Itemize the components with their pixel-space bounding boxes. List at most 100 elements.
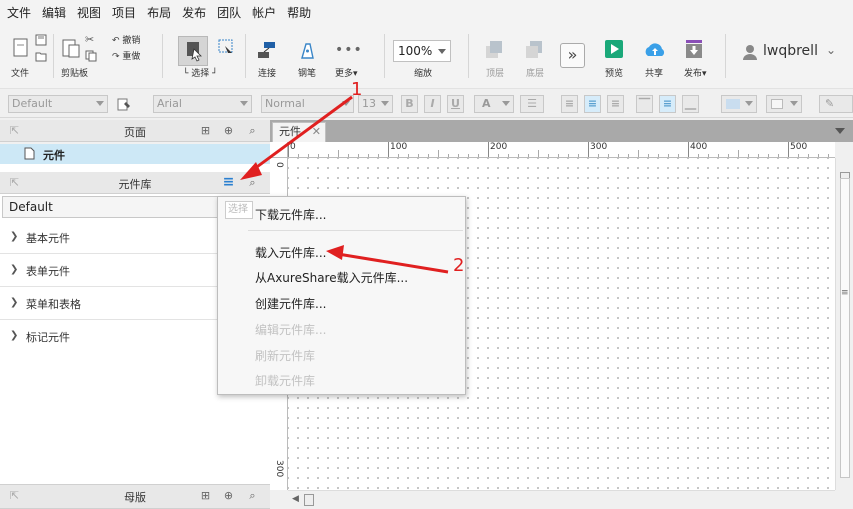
menu-item-load-from-axureshare[interactable]: 从AxureShare载入元件库... [255, 269, 408, 286]
chevron-right-icon: ❯ [10, 297, 19, 308]
library-panel-header: ⇱ 元件库 ≡ ⌕ [0, 172, 270, 194]
tab-menu-chevron-icon[interactable] [835, 128, 845, 134]
format-painter-icon[interactable] [117, 98, 131, 111]
ruler-ticks [288, 142, 829, 157]
shadow-select[interactable] [766, 95, 802, 113]
pages-panel-body: 元件 [0, 144, 270, 172]
menu-publish[interactable]: 发布 [181, 4, 212, 21]
undo-button[interactable]: ↶ 撤销 [112, 33, 140, 46]
canvas-tab-bar: 元件 ✕ [270, 120, 853, 142]
menu-edit[interactable]: 编辑 [41, 4, 72, 21]
share-button[interactable] [643, 40, 667, 60]
align-left-icon: ≡ [564, 97, 575, 110]
publish-button[interactable] [684, 40, 704, 60]
toolbar-divider [468, 34, 469, 78]
add-folder-icon[interactable]: ⊕ [222, 489, 235, 502]
toolbar-divider [245, 34, 246, 78]
undo-label: 撤销 [122, 36, 141, 46]
select-contain-button[interactable] [215, 36, 237, 58]
vertical-scrollbar[interactable]: ≡ [835, 158, 853, 490]
menu-item-load-library[interactable]: 载入元件库... [255, 244, 326, 261]
search-icon[interactable]: ⌕ [246, 489, 259, 502]
font-size-select[interactable]: 13 [358, 95, 393, 113]
send-back-icon [526, 41, 542, 58]
cut-icon[interactable]: ✂ [85, 33, 97, 46]
more-label[interactable]: 更多▾ [335, 66, 358, 79]
font-color-select[interactable]: A [474, 95, 514, 113]
menu-view[interactable]: 视图 [76, 4, 107, 21]
paste-button[interactable] [60, 36, 82, 60]
line-color-select[interactable]: ✎ [819, 95, 853, 113]
scroll-left-icon[interactable]: ◀ [292, 494, 299, 504]
underline-button[interactable]: U [447, 95, 464, 113]
select-label: └ 选择 ┘ [183, 69, 218, 79]
toolbar-divider [162, 34, 163, 78]
connect-button[interactable] [256, 40, 278, 62]
font-weight-select[interactable]: Normal [261, 95, 354, 113]
library-search-input[interactable]: 选择 [225, 201, 253, 219]
canvas-tab[interactable]: 元件 ✕ [272, 122, 326, 142]
align-right-button[interactable]: ≡ [607, 95, 624, 113]
add-page-icon[interactable]: ⊞ [199, 124, 212, 137]
valign-middle-button[interactable]: ≡ [659, 95, 676, 113]
user-name[interactable]: lwqbrell [763, 43, 818, 59]
user-icon[interactable] [742, 44, 758, 60]
menu-account[interactable]: 帐户 [251, 4, 282, 21]
align-left-button[interactable]: ≡ [561, 95, 578, 113]
horizontal-scrollbar[interactable]: ◀ [288, 490, 835, 509]
library-category-label: 基本元件 [26, 232, 70, 245]
valign-top-button[interactable]: ⎺ [636, 95, 653, 113]
font-family-select[interactable]: Arial [153, 95, 252, 113]
menu-file[interactable]: 文件 [6, 4, 37, 21]
bold-button[interactable]: B [401, 95, 418, 113]
menu-item-download-library[interactable]: 下载元件库... [255, 206, 326, 223]
pen-button[interactable] [296, 40, 318, 62]
ruler-label: 0 [274, 162, 284, 168]
italic-button[interactable]: I [424, 95, 441, 113]
search-icon[interactable]: ⌕ [246, 176, 259, 189]
close-icon[interactable]: ✕ [312, 123, 321, 141]
chevron-right-icon: ❯ [10, 330, 19, 341]
more-icon[interactable]: ••• [335, 42, 363, 58]
preview-button[interactable] [605, 40, 623, 58]
send-to-back-button[interactable] [524, 38, 544, 60]
add-folder-icon[interactable]: ⊕ [222, 124, 235, 137]
fill-color-select[interactable] [721, 95, 757, 113]
redo-button[interactable]: ↷ 重做 [112, 49, 140, 62]
zoom-select[interactable]: 100% [393, 40, 451, 62]
chevron-down-icon [96, 101, 104, 106]
preview-label: 预览 [605, 69, 624, 79]
style-value: Default [12, 97, 53, 110]
publish-label[interactable]: 发布▾ [684, 66, 707, 79]
shadow-icon [771, 99, 783, 109]
chevron-down-icon[interactable]: ⌄ [826, 43, 836, 57]
ruler-label: 500 [790, 142, 808, 152]
vertical-scroll-track[interactable] [840, 178, 850, 478]
library-menu-icon[interactable]: ≡ [222, 175, 235, 189]
scrollbar-thumb[interactable] [304, 494, 314, 506]
valign-bottom-button[interactable]: ⎽ [682, 95, 699, 113]
valign-bottom-icon: ⎽ [685, 97, 696, 110]
menu-help[interactable]: 帮助 [286, 4, 317, 21]
bring-to-front-button[interactable] [484, 38, 504, 60]
format-toolbar: Default Arial Normal 13 B I U A ☰ ≡ ≡ ≡ … [0, 88, 853, 118]
file-button[interactable] [10, 36, 32, 60]
open-folder-icon[interactable] [35, 50, 47, 62]
align-center-button[interactable]: ≡ [584, 95, 601, 113]
add-master-icon[interactable]: ⊞ [199, 489, 212, 502]
select-intersect-button[interactable] [178, 36, 208, 66]
menu-layout[interactable]: 布局 [146, 4, 177, 21]
style-select[interactable]: Default [8, 95, 108, 113]
pen-icon [301, 43, 314, 59]
menu-team[interactable]: 团队 [216, 4, 247, 21]
expand-toolbar-button[interactable]: » [560, 43, 585, 68]
menu-project[interactable]: 项目 [111, 4, 142, 21]
page-icon [24, 147, 35, 160]
chevron-down-icon [790, 101, 798, 106]
menu-item-create-library[interactable]: 创建元件库... [255, 295, 326, 312]
save-icon[interactable] [35, 34, 47, 46]
copy-icon[interactable] [85, 50, 97, 62]
bullet-list-button[interactable]: ☰ [520, 95, 544, 113]
search-icon[interactable]: ⌕ [246, 124, 259, 137]
page-item[interactable]: 元件 [0, 144, 270, 164]
